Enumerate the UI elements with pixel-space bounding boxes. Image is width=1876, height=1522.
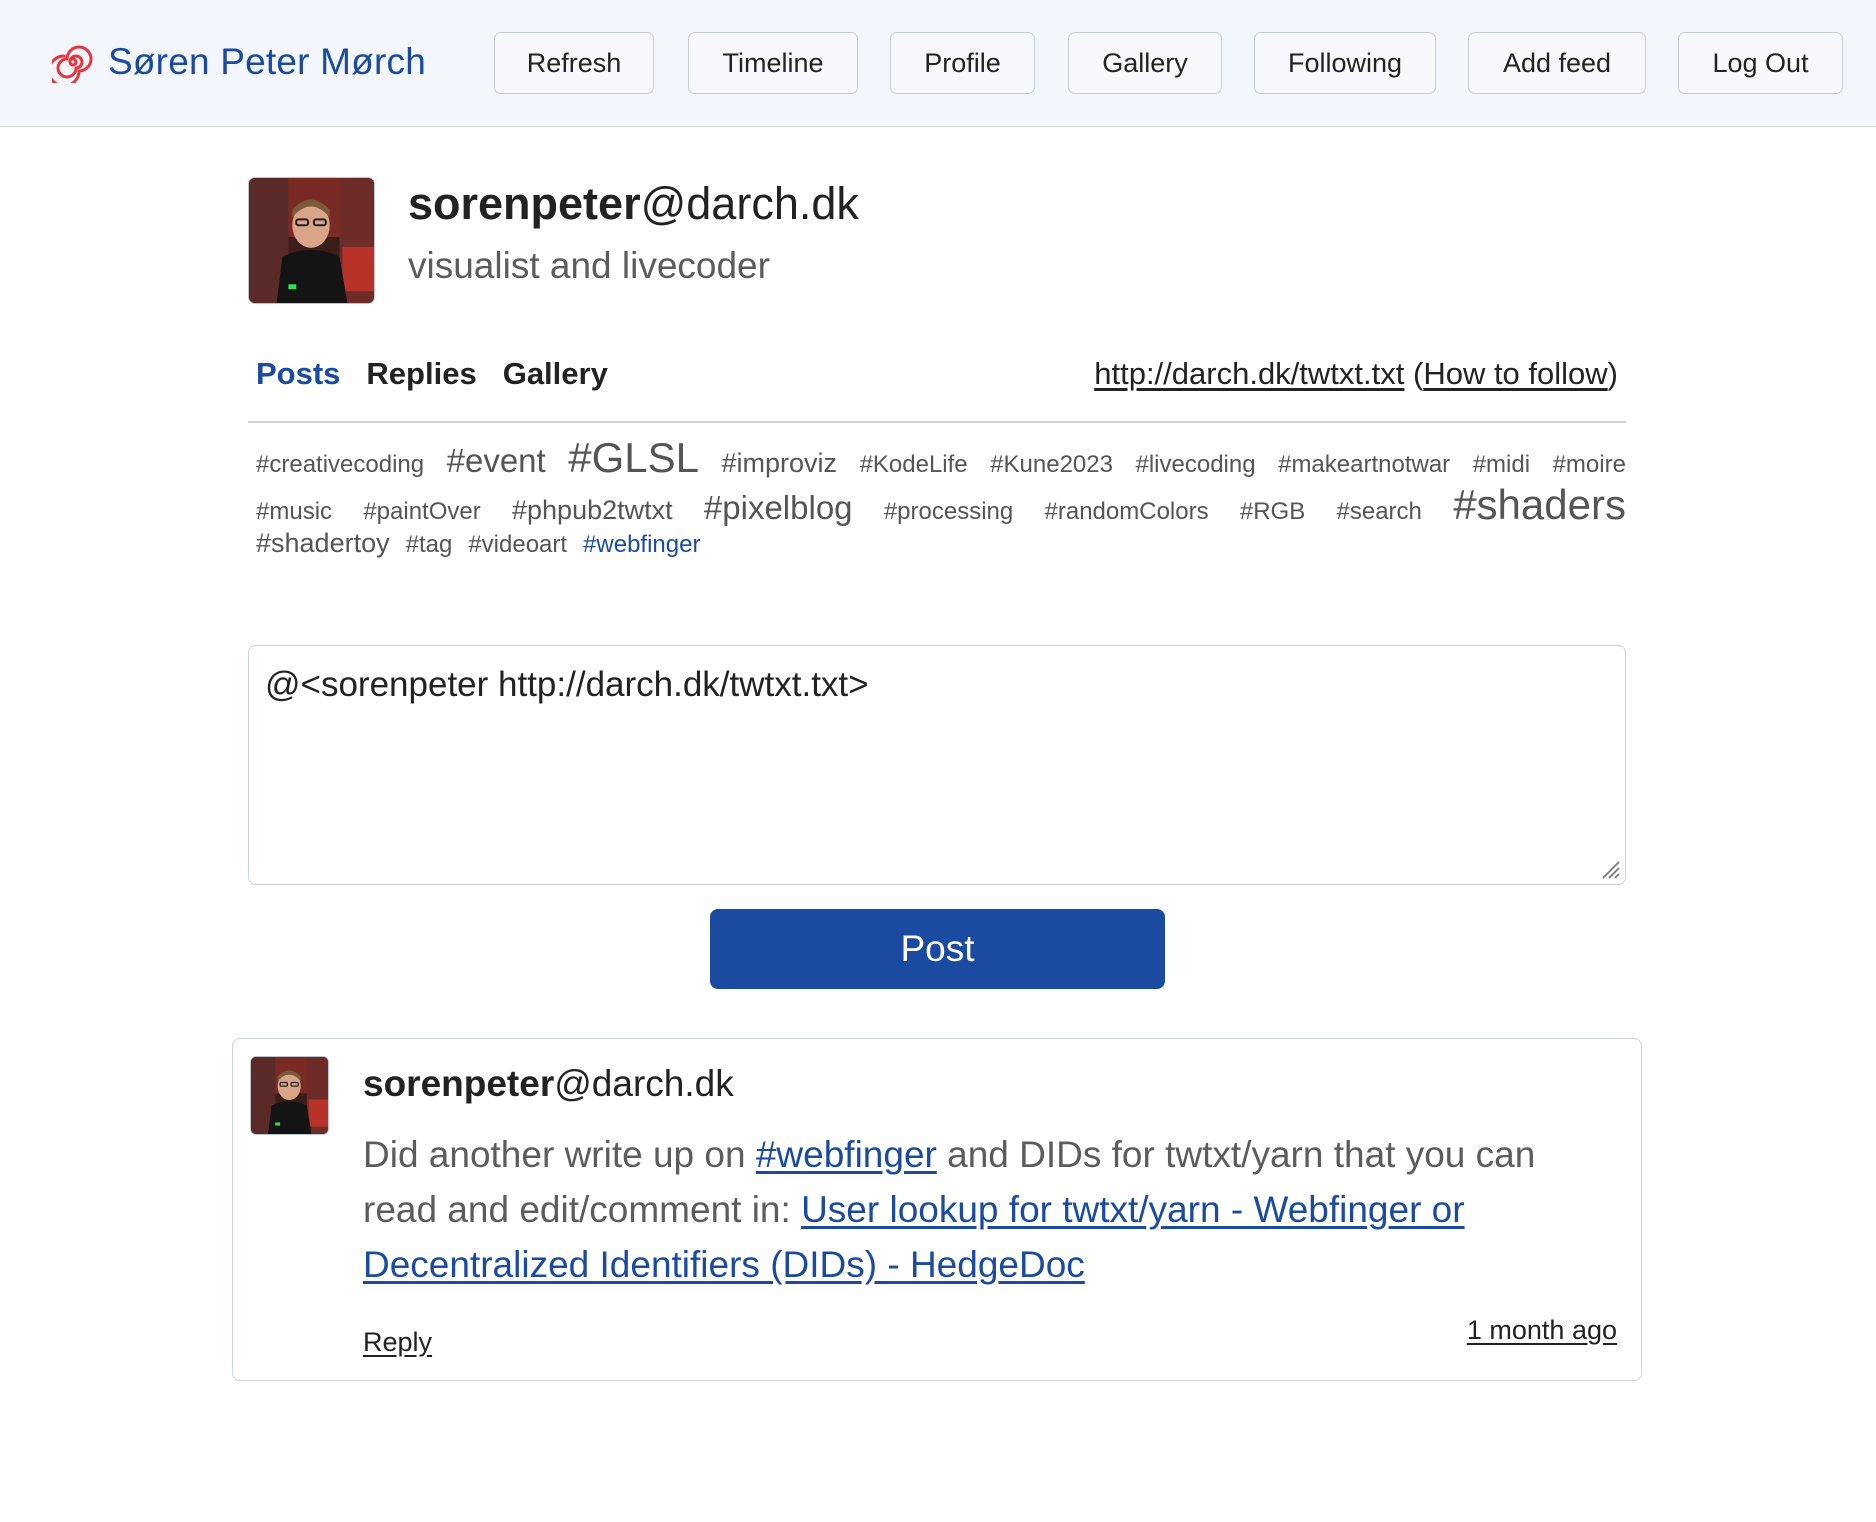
tag-webfinger[interactable]: #webfinger <box>583 531 700 559</box>
open-paren: ( <box>1412 356 1424 391</box>
profile-tabs: Posts Replies Gallery <box>256 356 608 392</box>
tag-moire[interactable]: #moire <box>1553 451 1626 479</box>
tag-music[interactable]: #music <box>256 498 332 526</box>
post-author-domain: @darch.dk <box>554 1063 734 1104</box>
compose-box: @<sorenpeter http://darch.dk/twtxt.txt> <box>248 645 1626 885</box>
tag-processing[interactable]: #processing <box>884 498 1013 526</box>
tag-line: #shadertoy #tag #videoart #webfinger <box>256 528 1626 575</box>
post-timestamp-link[interactable]: 1 month ago <box>1467 1315 1617 1346</box>
close-paren: ) <box>1607 356 1618 391</box>
tag-creativecoding[interactable]: #creativecoding <box>256 451 424 479</box>
profile-avatar <box>248 177 375 304</box>
brand-home-link[interactable]: Søren Peter Mørch <box>52 34 426 90</box>
tag-cloud: #creativecoding #event #GLSL #improviz #… <box>256 434 1626 575</box>
tag-phpub2twtxt[interactable]: #phpub2twtxt <box>512 495 673 526</box>
tag-paintover[interactable]: #paintOver <box>363 498 480 526</box>
resize-grip-icon[interactable] <box>1597 856 1621 880</box>
profile-domain: @darch.dk <box>640 178 859 229</box>
tab-gallery[interactable]: Gallery <box>503 356 608 392</box>
feed-links: http://darch.dk/twtxt.txt (How to follow… <box>1094 356 1618 392</box>
feed-url-link[interactable]: http://darch.dk/twtxt.txt <box>1094 356 1404 391</box>
tag-shaders[interactable]: #shaders <box>1453 481 1626 529</box>
tag-randomcolors[interactable]: #randomColors <box>1045 498 1209 526</box>
tag-kune2023[interactable]: #Kune2023 <box>990 451 1113 479</box>
profile-photo <box>249 178 374 303</box>
post-author[interactable]: sorenpeter@darch.dk <box>363 1063 734 1105</box>
post-avatar[interactable] <box>250 1056 329 1135</box>
profile-bio: visualist and livecoder <box>408 245 770 286</box>
tag-tag[interactable]: #tag <box>406 531 453 559</box>
reply-link[interactable]: Reply <box>363 1327 432 1358</box>
tab-replies[interactable]: Replies <box>366 356 476 392</box>
tag-videoart[interactable]: #videoart <box>468 531 567 559</box>
tag-shadertoy[interactable]: #shadertoy <box>256 528 390 559</box>
how-to-follow-link[interactable]: How to follow <box>1423 356 1607 391</box>
top-navigation-bar: Søren Peter Mørch Refresh Timeline Profi… <box>0 0 1876 127</box>
tag-livecoding[interactable]: #livecoding <box>1135 451 1255 479</box>
tab-posts[interactable]: Posts <box>256 356 340 392</box>
post-author-nick: sorenpeter <box>363 1063 555 1104</box>
tag-glsl[interactable]: #GLSL <box>568 434 699 482</box>
profile-handle: sorenpeter@darch.dk <box>408 178 859 230</box>
post-hashtag-link[interactable]: #webfinger <box>756 1134 937 1175</box>
tag-rgb[interactable]: #RGB <box>1240 498 1305 526</box>
log-out-button[interactable]: Log Out <box>1678 32 1843 94</box>
tag-search[interactable]: #search <box>1337 498 1422 526</box>
post-text: Did another write up on <box>363 1134 756 1175</box>
gallery-button[interactable]: Gallery <box>1068 32 1222 94</box>
tag-pixelblog[interactable]: #pixelblog <box>704 489 853 527</box>
profile-button[interactable]: Profile <box>890 32 1035 94</box>
post-card: sorenpeter@darch.dk Did another write up… <box>232 1038 1642 1381</box>
tabs-divider <box>248 421 1626 423</box>
brand-name: Søren Peter Mørch <box>108 41 426 82</box>
following-button[interactable]: Following <box>1254 32 1436 94</box>
spiral-icon <box>52 45 93 83</box>
compose-textarea[interactable]: @<sorenpeter http://darch.dk/twtxt.txt> <box>249 646 1625 884</box>
post-button[interactable]: Post <box>710 909 1165 989</box>
refresh-button[interactable]: Refresh <box>494 32 654 94</box>
tag-midi[interactable]: #midi <box>1473 451 1530 479</box>
post-author-photo <box>251 1057 328 1134</box>
profile-nick: sorenpeter <box>408 178 641 229</box>
timeline-button[interactable]: Timeline <box>688 32 858 94</box>
tag-improviz[interactable]: #improviz <box>722 448 838 479</box>
tag-line: #music #paintOver #phpub2twtxt #pixelblo… <box>256 481 1626 528</box>
tag-event[interactable]: #event <box>447 442 546 480</box>
add-feed-button[interactable]: Add feed <box>1468 32 1646 94</box>
tag-kodelife[interactable]: #KodeLife <box>860 451 968 479</box>
tag-makeartnotwar[interactable]: #makeartnotwar <box>1278 451 1450 479</box>
post-body: Did another write up on #webfinger and D… <box>363 1127 1603 1292</box>
tag-line: #creativecoding #event #GLSL #improviz #… <box>256 434 1626 481</box>
